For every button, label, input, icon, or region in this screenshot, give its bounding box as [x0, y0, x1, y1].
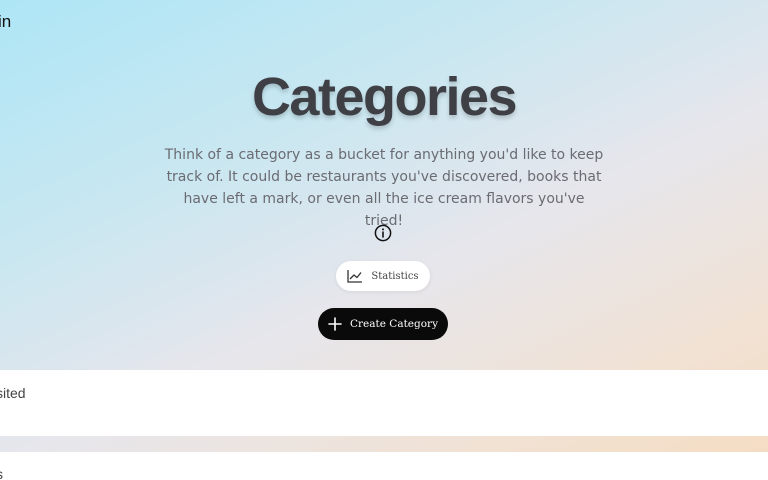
- category-card[interactable]: s: [0, 452, 768, 480]
- category-card-label: sited: [0, 385, 26, 401]
- statistics-button[interactable]: Statistics: [336, 261, 430, 291]
- category-card-label: s: [0, 466, 3, 480]
- plus-icon: [328, 317, 342, 331]
- line-chart-icon: [347, 270, 363, 283]
- page-description: Think of a category as a bucket for anyt…: [164, 147, 604, 229]
- create-category-button-label: Create Category: [349, 318, 439, 330]
- category-card[interactable]: sited: [0, 370, 768, 436]
- create-category-button[interactable]: Create Category: [318, 308, 448, 340]
- statistics-button-label: Statistics: [371, 270, 419, 282]
- page-title: Categories: [251, 67, 518, 127]
- header-partial-text[interactable]: in: [0, 12, 11, 32]
- info-circle-icon[interactable]: [374, 224, 392, 242]
